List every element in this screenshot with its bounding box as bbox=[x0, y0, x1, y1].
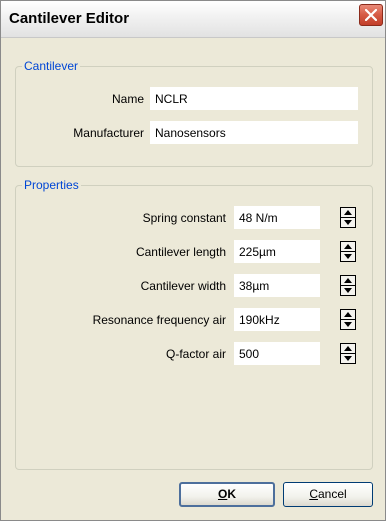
arrow-up-icon bbox=[344, 278, 352, 283]
spin-up-button[interactable] bbox=[341, 208, 355, 218]
arrow-up-icon bbox=[344, 210, 352, 215]
property-spinner[interactable] bbox=[340, 207, 356, 228]
arrow-down-icon bbox=[344, 288, 352, 293]
spin-down-button[interactable] bbox=[341, 218, 355, 227]
properties-group: Properties Spring constant Cantilever len… bbox=[15, 178, 373, 470]
property-spinner[interactable] bbox=[340, 241, 356, 262]
property-value-field[interactable] bbox=[234, 206, 320, 229]
manufacturer-label: Manufacturer bbox=[73, 126, 144, 140]
cantilever-editor-window: Cantilever Editor Cantilever Name Manufa… bbox=[0, 0, 386, 521]
manufacturer-field[interactable] bbox=[150, 121, 358, 144]
spin-up-button[interactable] bbox=[341, 344, 355, 354]
spin-down-button[interactable] bbox=[341, 354, 355, 363]
property-spinner[interactable] bbox=[340, 275, 356, 296]
property-value-field[interactable] bbox=[234, 240, 320, 263]
close-button[interactable] bbox=[359, 4, 383, 26]
property-label: Q-factor air bbox=[165, 347, 226, 361]
window-title: Cantilever Editor bbox=[9, 10, 130, 27]
property-label: Resonance frequency air bbox=[92, 313, 226, 327]
property-value-field[interactable] bbox=[234, 342, 320, 365]
ok-button[interactable]: OK bbox=[179, 482, 275, 507]
property-spinner[interactable] bbox=[340, 343, 356, 364]
property-value-field[interactable] bbox=[234, 308, 320, 331]
cantilever-group: Cantilever Name Manufacturer bbox=[15, 59, 373, 167]
title-bar[interactable]: Cantilever Editor bbox=[1, 1, 385, 38]
spin-down-button[interactable] bbox=[341, 252, 355, 261]
property-label: Cantilever length bbox=[135, 245, 226, 259]
arrow-up-icon bbox=[344, 346, 352, 351]
spin-down-button[interactable] bbox=[341, 286, 355, 295]
arrow-down-icon bbox=[344, 254, 352, 259]
arrow-up-icon bbox=[344, 244, 352, 249]
cancel-button[interactable]: Cancel bbox=[283, 482, 373, 507]
property-label: Spring constant bbox=[142, 211, 226, 225]
property-spinner[interactable] bbox=[340, 309, 356, 330]
property-value-field[interactable] bbox=[234, 274, 320, 297]
spin-down-button[interactable] bbox=[341, 320, 355, 329]
close-icon bbox=[365, 9, 377, 21]
property-label: Cantilever width bbox=[140, 279, 226, 293]
cantilever-group-legend: Cantilever bbox=[22, 59, 81, 73]
arrow-down-icon bbox=[344, 356, 352, 361]
spin-up-button[interactable] bbox=[341, 276, 355, 286]
name-field[interactable] bbox=[150, 87, 358, 110]
properties-group-legend: Properties bbox=[22, 178, 81, 192]
name-label: Name bbox=[111, 92, 144, 106]
dialog-body: Cantilever Name Manufacturer Properties … bbox=[1, 38, 385, 520]
arrow-up-icon bbox=[344, 312, 352, 317]
spin-up-button[interactable] bbox=[341, 310, 355, 320]
spin-up-button[interactable] bbox=[341, 242, 355, 252]
arrow-down-icon bbox=[344, 322, 352, 327]
arrow-down-icon bbox=[344, 220, 352, 225]
